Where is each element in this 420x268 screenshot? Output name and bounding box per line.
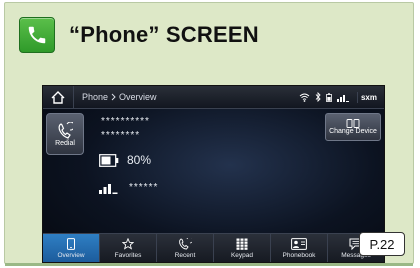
- phonebook-icon: [291, 237, 307, 250]
- battery-small-icon: [326, 92, 332, 102]
- tab-bar: Overview Favorites Recent Keypad Phonebo…: [43, 233, 384, 262]
- device-name-masked: **********: [101, 116, 150, 127]
- signal-status: ******: [99, 180, 158, 194]
- page-title: “Phone” SCREEN: [69, 22, 259, 47]
- tab-label: Overview: [57, 251, 85, 259]
- phone-icon: [19, 17, 55, 53]
- bluetooth-icon: [315, 92, 321, 102]
- carrier-masked: ******: [129, 181, 159, 193]
- redial-label: Redial: [55, 139, 75, 147]
- battery-status: 80%: [99, 153, 151, 167]
- signal-small-icon: [336, 94, 349, 102]
- star-icon: [122, 237, 134, 250]
- change-device-label: Change Device: [329, 128, 377, 135]
- battery-level: 80%: [127, 153, 152, 167]
- tab-label: Recent: [174, 251, 196, 259]
- change-device-button[interactable]: Change Device: [325, 113, 381, 141]
- tab-favorites[interactable]: Favorites: [100, 234, 157, 262]
- tab-overview[interactable]: Overview: [43, 234, 100, 262]
- battery-icon: [99, 153, 119, 167]
- tab-label: Phonebook: [282, 251, 316, 259]
- breadcrumb-overview: Overview: [119, 92, 157, 102]
- tab-label: Favorites: [114, 251, 142, 259]
- wifi-icon: [299, 93, 310, 102]
- tab-phonebook[interactable]: Phonebook: [271, 234, 328, 262]
- change-device-icon: [346, 119, 360, 128]
- status-bar: Phone Overview sxm: [43, 86, 384, 109]
- page-reference-badge: P.22: [359, 232, 405, 256]
- phone-display: Phone Overview sxm Redial Change Device …: [42, 85, 385, 263]
- recent-call-icon: [179, 237, 192, 249]
- redial-icon: [58, 121, 73, 139]
- home-icon: [51, 90, 65, 104]
- tab-recent[interactable]: Recent: [157, 234, 214, 262]
- signal-icon: [99, 184, 118, 194]
- tab-label: Keypad: [230, 251, 254, 259]
- keypad-icon: [236, 238, 248, 250]
- card-header: “Phone” SCREEN: [19, 17, 259, 53]
- phone-number-masked: ********: [101, 130, 141, 141]
- phone-screen-card: “Phone” SCREEN Phone Overview sxm Redial…: [4, 2, 414, 266]
- phone-icon: [67, 237, 75, 250]
- redial-button[interactable]: Redial: [46, 113, 84, 155]
- tab-keypad[interactable]: Keypad: [214, 234, 271, 262]
- home-button[interactable]: [43, 86, 74, 108]
- breadcrumb-phone[interactable]: Phone: [82, 92, 108, 102]
- breadcrumb: Phone Overview: [82, 92, 157, 102]
- sxm-logo: sxm: [356, 91, 380, 103]
- status-icons: sxm: [299, 91, 384, 103]
- chevron-right-icon: [111, 93, 116, 101]
